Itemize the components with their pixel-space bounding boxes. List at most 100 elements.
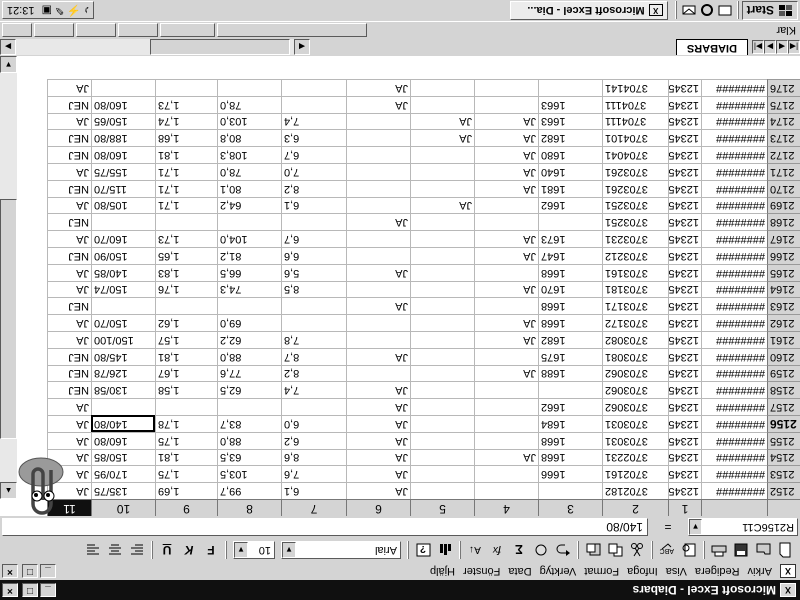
cell[interactable]: 1,73: [155, 95, 217, 113]
cell[interactable]: [538, 213, 602, 231]
outlook-express-icon[interactable]: [680, 2, 698, 20]
cell[interactable]: 1,58: [155, 381, 217, 399]
cell[interactable]: JA: [346, 263, 410, 281]
cell[interactable]: 1,75: [155, 465, 217, 483]
cell[interactable]: [410, 95, 474, 113]
cell[interactable]: 12345: [668, 465, 701, 483]
cell[interactable]: JA: [474, 112, 538, 130]
cell[interactable]: NEJ: [47, 247, 91, 264]
font-size-select[interactable]: 10 ▼: [233, 541, 275, 559]
cell[interactable]: [346, 146, 410, 163]
cell[interactable]: ########: [701, 482, 767, 499]
cell[interactable]: [410, 415, 474, 432]
cell[interactable]: [538, 79, 602, 96]
cell[interactable]: ########: [701, 381, 767, 399]
cell[interactable]: 160/70: [91, 230, 155, 247]
cell[interactable]: ########: [701, 280, 767, 298]
cell[interactable]: [410, 297, 474, 315]
row-header[interactable]: 2161: [767, 331, 800, 348]
doc-restore-button[interactable]: □: [22, 564, 38, 578]
cut-icon[interactable]: [626, 540, 648, 560]
cell[interactable]: 12345: [668, 297, 701, 315]
cell[interactable]: 1668: [538, 448, 602, 466]
cell[interactable]: JA: [346, 431, 410, 449]
menu-help[interactable]: Hjälp: [426, 565, 459, 577]
cell[interactable]: ########: [701, 398, 767, 415]
cell[interactable]: 12345: [668, 230, 701, 247]
cell[interactable]: 62,5: [217, 381, 281, 399]
cell[interactable]: [474, 213, 538, 231]
cell[interactable]: JA: [474, 280, 538, 298]
cell[interactable]: 12345: [668, 163, 701, 180]
cell[interactable]: ########: [701, 263, 767, 281]
row-header[interactable]: 2176: [767, 79, 800, 96]
cell[interactable]: JA: [474, 129, 538, 147]
menu-format[interactable]: Format: [580, 565, 623, 577]
cell[interactable]: 1662: [538, 196, 602, 214]
cell[interactable]: 6,1: [281, 196, 346, 214]
chevron-down-icon[interactable]: ▼: [689, 519, 702, 535]
minimize-button[interactable]: _: [40, 583, 56, 597]
cell[interactable]: JA: [47, 196, 91, 214]
cell[interactable]: 3704141: [602, 79, 668, 96]
cell[interactable]: 1666: [538, 465, 602, 483]
cell[interactable]: 12345: [668, 431, 701, 449]
tray-volume-icon[interactable]: ♪: [84, 5, 90, 17]
cell[interactable]: 8,2: [281, 364, 346, 382]
cell[interactable]: 1,75: [155, 431, 217, 449]
cell[interactable]: 7,6: [281, 465, 346, 483]
cell[interactable]: 7,8: [281, 331, 346, 348]
column-header[interactable]: 3: [538, 499, 602, 516]
cell[interactable]: 1,74: [155, 112, 217, 130]
cell[interactable]: JA: [47, 398, 91, 415]
cell[interactable]: [410, 146, 474, 163]
cell[interactable]: NEJ: [47, 364, 91, 382]
cell[interactable]: 12345: [668, 179, 701, 197]
cell[interactable]: 160/80: [91, 431, 155, 449]
tray-network-icon[interactable]: ⚡: [67, 4, 81, 17]
hyperlink-icon[interactable]: [530, 540, 552, 560]
cell[interactable]: 1673: [538, 230, 602, 247]
row-header[interactable]: 2170: [767, 179, 800, 197]
cell[interactable]: JA: [474, 146, 538, 163]
cell[interactable]: 1640: [538, 163, 602, 180]
show-desktop-icon[interactable]: [716, 2, 734, 20]
cell[interactable]: [346, 163, 410, 180]
cell[interactable]: 6,7: [281, 146, 346, 163]
cell[interactable]: JA: [346, 482, 410, 499]
row-header[interactable]: 2157: [767, 398, 800, 415]
cell[interactable]: ########: [701, 213, 767, 231]
cell[interactable]: [91, 79, 155, 96]
cell[interactable]: 150/65: [91, 112, 155, 130]
cell[interactable]: 99,7: [217, 482, 281, 499]
cell[interactable]: 126/78: [91, 364, 155, 382]
cell[interactable]: [474, 79, 538, 96]
cell[interactable]: JA: [47, 415, 91, 432]
column-header[interactable]: 1: [668, 499, 701, 516]
cell[interactable]: ########: [701, 431, 767, 449]
row-header[interactable]: 2156: [767, 415, 800, 432]
cell[interactable]: 188/80: [91, 129, 155, 147]
cell[interactable]: [217, 79, 281, 96]
cell[interactable]: 12345: [668, 213, 701, 231]
cell[interactable]: 7,4: [281, 381, 346, 399]
cell[interactable]: ########: [701, 129, 767, 147]
cell[interactable]: 135/75: [91, 482, 155, 499]
cell[interactable]: [346, 331, 410, 348]
cell[interactable]: 3703081: [602, 347, 668, 365]
cell[interactable]: NEJ: [47, 381, 91, 399]
cell[interactable]: [410, 431, 474, 449]
row-header[interactable]: 2153: [767, 465, 800, 483]
cell[interactable]: 8,7: [281, 347, 346, 365]
row-header[interactable]: 2154: [767, 448, 800, 466]
cell[interactable]: 7,4: [281, 112, 346, 130]
cell[interactable]: NEJ: [47, 213, 91, 231]
cell[interactable]: 6,7: [281, 230, 346, 247]
cell[interactable]: ########: [701, 79, 767, 96]
cell[interactable]: 103,0: [217, 112, 281, 130]
cell[interactable]: 1,83: [155, 263, 217, 281]
cell[interactable]: ########: [701, 230, 767, 247]
doc-minimize-button[interactable]: _: [40, 564, 56, 578]
cell[interactable]: 1668: [538, 431, 602, 449]
cell[interactable]: JA: [410, 112, 474, 130]
